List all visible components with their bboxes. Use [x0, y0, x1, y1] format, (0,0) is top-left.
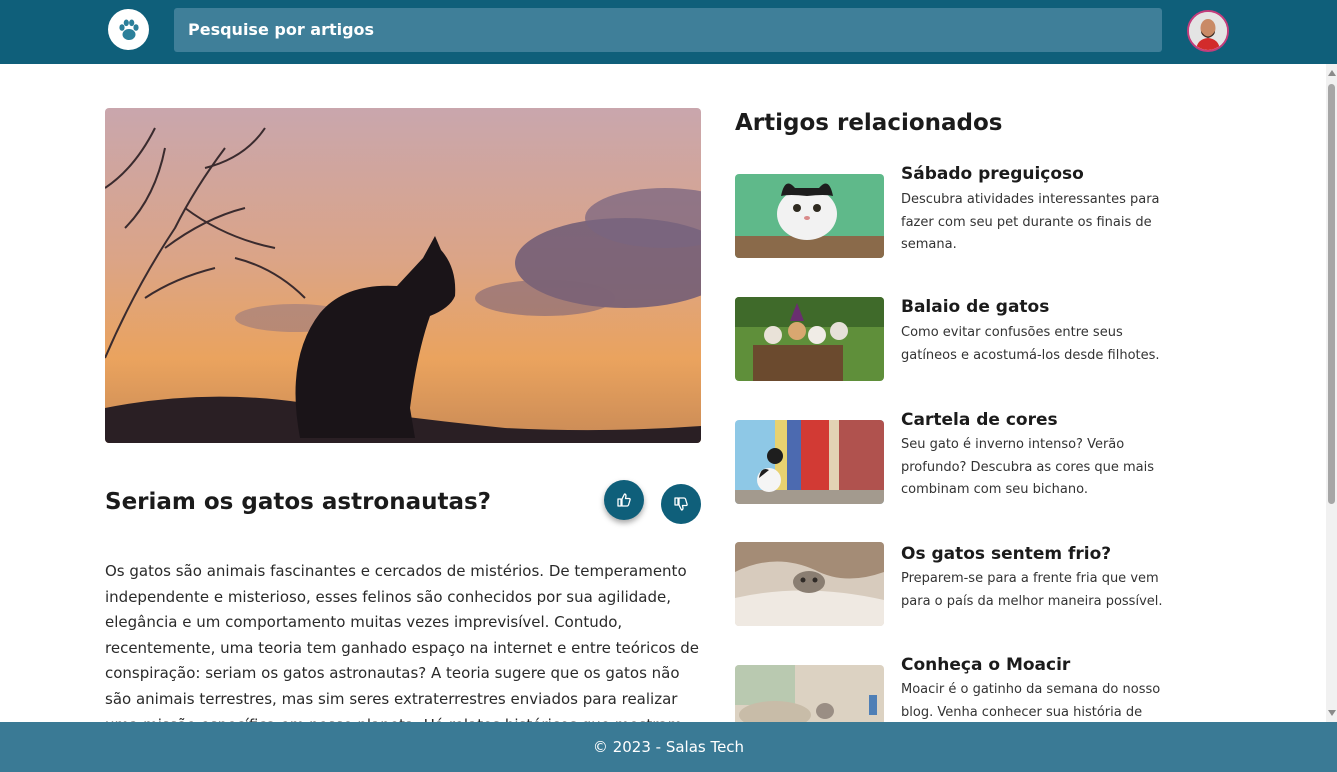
footer-copyright: © 2023 - Salas Tech — [592, 738, 745, 756]
related-article-description: Seu gato é inverno intenso? Verão profun… — [901, 437, 1154, 497]
related-article-title[interactable]: Conheça o Moacir — [901, 655, 1070, 675]
paw-icon — [118, 19, 139, 40]
dislike-button[interactable] — [661, 484, 701, 524]
top-navbar: Pesquise por artigos — [0, 0, 1337, 64]
home-logo-button[interactable] — [108, 9, 149, 50]
related-article-thumbnail — [735, 297, 884, 381]
article-hero-image — [105, 108, 701, 443]
avatar-image — [1189, 12, 1227, 50]
related-article-title[interactable]: Balaio de gatos — [901, 297, 1049, 317]
scrollbar-thumb[interactable] — [1328, 84, 1335, 504]
related-article-thumbnail — [735, 174, 884, 258]
page-footer: © 2023 - Salas Tech — [0, 722, 1337, 772]
related-article-title[interactable]: Os gatos sentem frio? — [901, 544, 1111, 564]
page-scrollbar[interactable] — [1326, 64, 1337, 722]
scroll-up-icon[interactable] — [1328, 70, 1336, 76]
article-body: Os gatos são animais fascinantes e cerca… — [105, 562, 700, 722]
user-avatar[interactable] — [1187, 10, 1229, 52]
related-article-thumbnail — [735, 420, 884, 504]
related-article-description: Descubra atividades interessantes para f… — [901, 192, 1160, 252]
related-articles-heading: Artigos relacionados — [735, 110, 1003, 136]
search-input[interactable]: Pesquise por artigos — [174, 8, 1162, 52]
like-button[interactable] — [604, 480, 644, 520]
scroll-down-icon[interactable] — [1328, 710, 1336, 716]
related-article-title[interactable]: Sábado preguiçoso — [901, 164, 1084, 184]
related-article-description: Como evitar confusões entre seus gatíneo… — [901, 325, 1160, 363]
related-article-title[interactable]: Cartela de cores — [901, 410, 1058, 430]
thumbs-down-icon — [674, 497, 688, 511]
thumbs-up-icon — [617, 493, 631, 507]
related-article-thumbnail — [735, 542, 884, 626]
article-title: Seriam os gatos astronautas? — [105, 489, 492, 515]
related-article-description: Preparem-se para a frente fria que vem p… — [901, 571, 1163, 609]
related-article-description: Moacir é o gatinho da semana do nosso bl… — [901, 682, 1161, 720]
